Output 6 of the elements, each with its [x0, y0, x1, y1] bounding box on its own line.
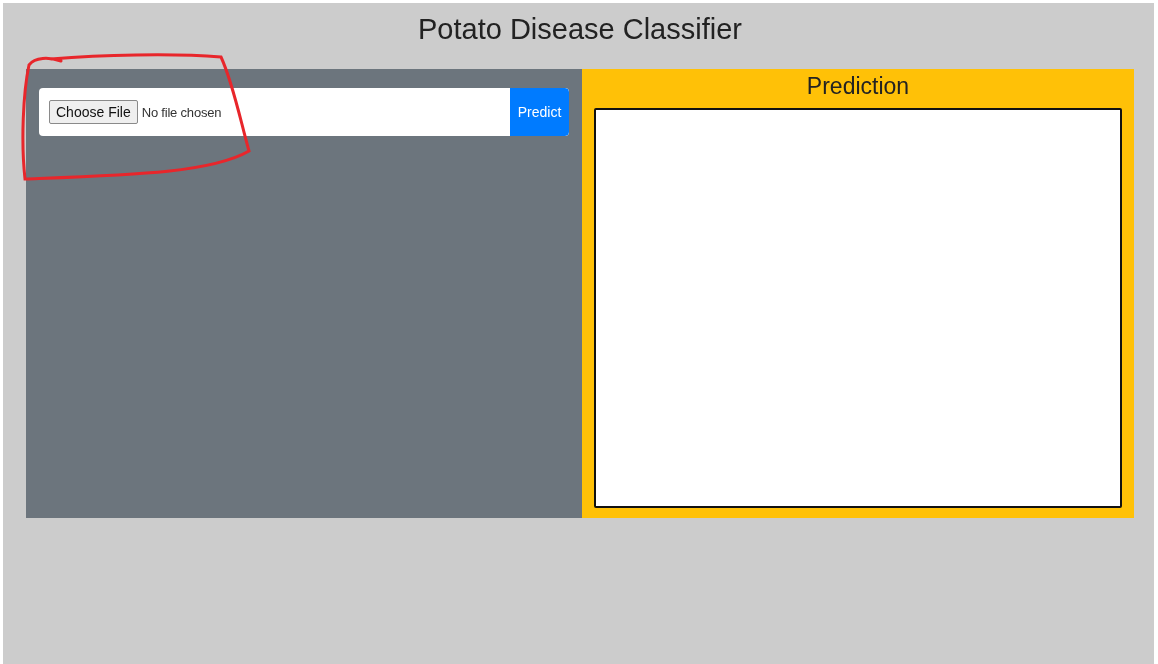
page-title: Potato Disease Classifier — [417, 12, 743, 47]
file-input-field[interactable]: Choose File No file chosen Predict — [39, 88, 569, 136]
prediction-heading: Prediction — [805, 73, 911, 100]
predict-button[interactable]: Predict — [510, 88, 569, 136]
choose-file-button[interactable]: Choose File — [49, 100, 138, 124]
file-status-text: No file chosen — [141, 104, 223, 120]
